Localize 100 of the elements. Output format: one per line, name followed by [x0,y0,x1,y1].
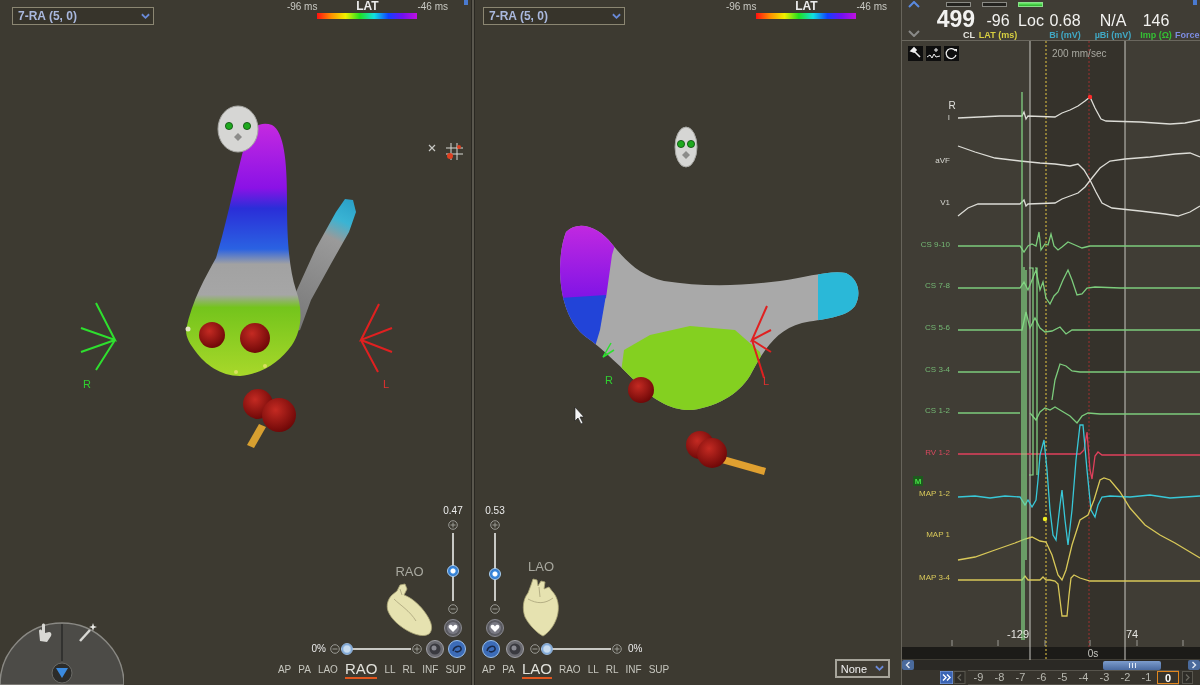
cursor-icon [574,406,585,425]
view-tab[interactable]: INF [422,664,439,679]
chevron-up-icon[interactable] [908,1,920,8]
channel-label: RV 1-2 [925,448,950,457]
grip-icon [1127,662,1137,668]
window-start-label: -129 [1007,628,1029,640]
slider-thumb[interactable] [341,643,353,655]
view-tab[interactable]: LL [384,664,396,679]
slider-thumb[interactable] [447,564,459,577]
handle-icon[interactable] [1193,0,1197,5]
tick-mark [1136,639,1138,647]
view-tab[interactable]: PA [298,664,311,679]
page-button[interactable]: 0 [1157,671,1179,684]
readout-label: µBi (mV) [1094,30,1132,40]
plus-icon[interactable] [448,520,458,530]
scroll-thumb[interactable] [1103,660,1161,670]
page-button[interactable]: -8 [989,671,1010,684]
heart-model-icon [522,578,560,637]
sphere-icon[interactable] [506,640,524,658]
sweep-speed-label: 200 mm/sec [1052,48,1107,59]
wand-icon[interactable] [79,623,97,642]
tick-mark [1182,639,1184,647]
sphere-icon[interactable] [426,640,444,658]
close-icon[interactable] [428,144,436,152]
page-button[interactable]: -5 [1052,671,1073,684]
view-tab[interactable]: SUP [648,664,670,679]
grid-icon[interactable] [445,142,464,161]
minus-icon[interactable] [448,604,458,614]
view-tab[interactable]: LAO [317,664,338,679]
axis-label: L [762,375,770,387]
map-select[interactable]: 7-RA (5, 0) [483,7,625,25]
slider-thumb[interactable] [489,567,501,580]
channel-label: I [947,113,950,122]
tick-mark [1089,639,1091,647]
reference-line[interactable] [1088,41,1090,648]
channel-label: MAP 1-2 [919,489,950,498]
view-tab[interactable]: PA [502,664,515,679]
readout-value: Loc [1018,12,1044,30]
minus-icon[interactable] [330,644,340,654]
scroll-left-icon[interactable] [902,660,914,670]
view-tab[interactable]: SUP [445,664,466,679]
refresh-icon[interactable] [944,46,959,61]
view-tab[interactable]: RAO [558,664,581,679]
annotation-line[interactable] [1045,41,1047,660]
view-tab[interactable]: AP [482,664,496,679]
page-button[interactable]: -1 [1136,671,1157,684]
chevron-down-icon[interactable] [908,30,920,37]
view-tab[interactable]: LL [587,664,599,679]
view-tab[interactable]: INF [625,664,642,679]
view-tab[interactable]: RL [605,664,619,679]
axis-icon [80,302,118,371]
hammer-icon[interactable] [908,46,923,61]
view-tab[interactable]: LAO [521,661,552,679]
readout-label: CL [963,30,975,40]
axis-label: L [382,378,390,390]
axis-label: R [83,378,91,390]
channel-label: CS 3-4 [925,365,950,374]
scroll-right-icon[interactable] [1188,660,1200,670]
hand-icon[interactable] [39,623,52,642]
overlay-select[interactable]: None [834,659,890,678]
view-tab[interactable]: RL [402,664,416,679]
readout-label: Imp (Ω) [1140,30,1172,40]
view-tab[interactable]: RAO [344,661,378,679]
heart-icon[interactable] [444,619,462,637]
channel-label: CS 5-6 [925,323,950,332]
plus-icon[interactable] [490,520,500,530]
navigation-dial[interactable] [0,622,124,685]
view-tab[interactable]: AP [277,664,292,679]
slider-thumb[interactable] [541,643,553,655]
readout-value: 0.68 [1049,12,1081,30]
page-button[interactable]: -6 [1031,671,1052,684]
minus-icon[interactable] [530,644,540,654]
waveform-plus-icon[interactable] [926,46,941,61]
lesion-marker [199,322,225,348]
swirl-icon[interactable] [482,640,500,658]
readout-value: 146 [1142,12,1170,30]
axis-icon [749,305,772,379]
annotation-dot-icon [1087,94,1093,100]
swirl-icon[interactable] [448,640,466,658]
scale-title: LAT [356,0,379,13]
handle-icon[interactable] [464,0,468,5]
page-button[interactable]: -3 [1094,671,1115,684]
page-button[interactable]: -4 [1073,671,1094,684]
scale-max-label: -46 ms [417,0,448,13]
channel-label: aVF [935,156,950,165]
lesion-marker [240,323,270,353]
page-button[interactable]: -7 [1010,671,1031,684]
minus-icon[interactable] [490,604,500,614]
plus-icon[interactable] [612,644,622,654]
map-select[interactable]: 7-RA (5, 0) [12,7,154,25]
double-chevron-icon[interactable] [940,671,953,684]
readout-label: LAT (ms) [978,30,1018,40]
heart-icon[interactable] [486,619,504,637]
window-end-label: 74 [1125,628,1139,640]
plus-icon[interactable] [412,644,422,654]
scale-min-label: -96 ms [725,0,757,13]
page-button[interactable]: -9 [968,671,989,684]
tick-mark [997,639,999,647]
page-button[interactable]: -2 [1115,671,1136,684]
readout-label: Force [1175,30,1200,40]
